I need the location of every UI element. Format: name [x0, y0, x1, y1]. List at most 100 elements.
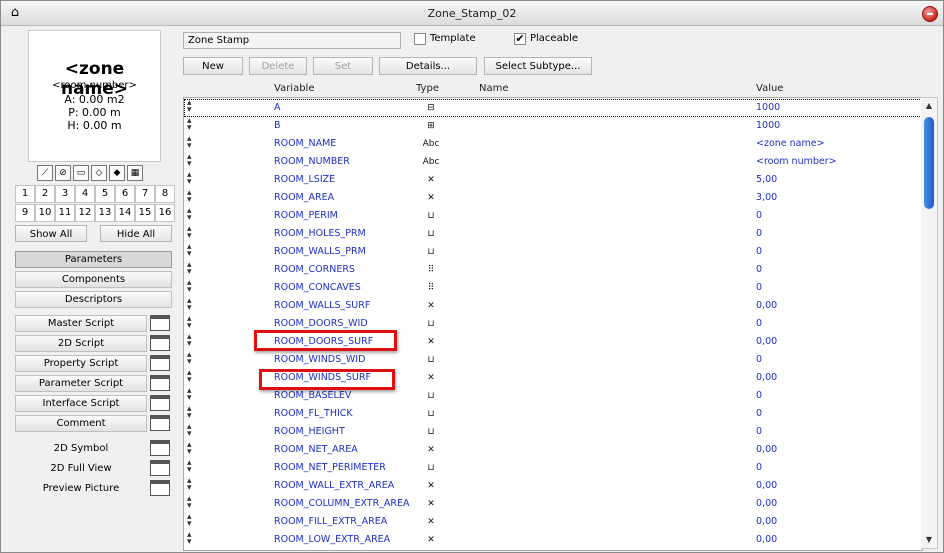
- layer-number-button[interactable]: 6: [115, 185, 135, 203]
- value-cell[interactable]: <room number>: [756, 156, 837, 167]
- layer-number-button[interactable]: 10: [35, 204, 55, 222]
- value-cell[interactable]: 0,00: [756, 300, 777, 311]
- layer-number-button[interactable]: 12: [75, 204, 95, 222]
- value-cell[interactable]: 1000: [756, 120, 780, 131]
- master-script-button[interactable]: Master Script: [15, 315, 147, 332]
- text-type-icon[interactable]: Abc: [422, 137, 440, 151]
- open-window-icon[interactable]: [150, 480, 170, 496]
- variable-name[interactable]: ROOM_FILL_EXTR_AREA: [274, 516, 387, 527]
- column-header-type[interactable]: Type: [416, 83, 439, 94]
- drag-handle-icon[interactable]: ▴ ▾: [187, 495, 192, 511]
- value-cell[interactable]: 0: [756, 228, 762, 239]
- length-icon[interactable]: ⊔: [422, 353, 440, 367]
- layer-number-button[interactable]: 8: [155, 185, 175, 203]
- variable-name[interactable]: ROOM_PERIM: [274, 210, 338, 221]
- drag-handle-icon[interactable]: ▴ ▾: [187, 243, 192, 259]
- variable-name[interactable]: ROOM_CONCAVES: [274, 282, 361, 293]
- length-icon[interactable]: ⊔: [422, 209, 440, 223]
- drag-handle-icon[interactable]: ▴ ▾: [187, 189, 192, 205]
- value-cell[interactable]: 0,00: [756, 480, 777, 491]
- value-cell[interactable]: 0,00: [756, 534, 777, 545]
- layer-number-button[interactable]: 13: [95, 204, 115, 222]
- open-window-icon[interactable]: [150, 460, 170, 476]
- preview-picture-label[interactable]: Preview Picture: [15, 483, 147, 494]
- value-cell[interactable]: 0: [756, 318, 762, 329]
- drag-handle-icon[interactable]: ▴ ▾: [187, 297, 192, 313]
- table-row[interactable]: ▴ ▾ B ⊞ 1000: [184, 117, 922, 135]
- variable-name[interactable]: ROOM_WINDS_WID: [274, 354, 365, 365]
- table-row[interactable]: ▴ ▾ ROOM_WALL_EXTR_AREA ✕ 0,00: [184, 477, 922, 495]
- table-row[interactable]: ▴ ▾ ROOM_FL_THICK ⊔ 0: [184, 405, 922, 423]
- value-cell[interactable]: 0,00: [756, 336, 777, 347]
- template-checkbox[interactable]: [414, 33, 426, 45]
- length-y-icon[interactable]: ⊞: [422, 119, 440, 133]
- length-x-icon[interactable]: ⊟: [422, 101, 440, 115]
- table-row[interactable]: ▴ ▾ ROOM_AREA ✕ 3,00: [184, 189, 922, 207]
- open-window-icon[interactable]: [150, 415, 170, 431]
- delete-button[interactable]: Delete: [249, 57, 307, 75]
- variable-name[interactable]: ROOM_HEIGHT: [274, 426, 345, 437]
- layer-number-button[interactable]: 14: [115, 204, 135, 222]
- scroll-down-arrow-icon[interactable]: ▼: [921, 532, 937, 548]
- value-cell[interactable]: 3,00: [756, 192, 777, 203]
- 2d-script-button[interactable]: 2D Script: [15, 335, 147, 352]
- real-icon[interactable]: ✕: [422, 533, 440, 547]
- layer-number-button[interactable]: 11: [55, 204, 75, 222]
- drag-handle-icon[interactable]: ▴ ▾: [187, 225, 192, 241]
- variable-name[interactable]: ROOM_LOW_EXTR_AREA: [274, 534, 390, 545]
- comment-button[interactable]: Comment: [15, 415, 147, 432]
- new-button[interactable]: New: [183, 57, 243, 75]
- layer-number-button[interactable]: 1: [15, 185, 35, 203]
- variable-name[interactable]: ROOM_WALLS_SURF: [274, 300, 370, 311]
- shaded-cube-icon[interactable]: ◆: [109, 165, 125, 181]
- drag-handle-icon[interactable]: ▴ ▾: [187, 477, 192, 493]
- drag-handle-icon[interactable]: ▴ ▾: [187, 459, 192, 475]
- variable-name[interactable]: ROOM_HOLES_PRM: [274, 228, 366, 239]
- open-window-icon[interactable]: [150, 440, 170, 456]
- value-cell[interactable]: 0: [756, 462, 762, 473]
- close-button[interactable]: [922, 6, 938, 22]
- real-icon[interactable]: ✕: [422, 479, 440, 493]
- real-icon[interactable]: ✕: [422, 515, 440, 529]
- drag-handle-icon[interactable]: ▴ ▾: [187, 387, 192, 403]
- show-all-button[interactable]: Show All: [15, 225, 87, 242]
- scroll-up-arrow-icon[interactable]: ▲: [921, 98, 937, 114]
- drag-handle-icon[interactable]: ▴ ▾: [187, 423, 192, 439]
- scroll-thumb[interactable]: [924, 117, 934, 209]
- real-icon[interactable]: ✕: [422, 299, 440, 313]
- variable-name[interactable]: ROOM_BASELEV: [274, 390, 351, 401]
- table-row[interactable]: ▴ ▾ ROOM_HEIGHT ⊔ 0: [184, 423, 922, 441]
- value-cell[interactable]: 0: [756, 426, 762, 437]
- length-icon[interactable]: ⊔: [422, 389, 440, 403]
- drag-handle-icon[interactable]: ▴ ▾: [187, 279, 192, 295]
- drag-handle-icon[interactable]: ▴ ▾: [187, 171, 192, 187]
- layer-number-button[interactable]: 4: [75, 185, 95, 203]
- film-icon[interactable]: ▦: [127, 165, 143, 181]
- drag-handle-icon[interactable]: ▴ ▾: [187, 315, 192, 331]
- layer-number-button[interactable]: 2: [35, 185, 55, 203]
- table-row[interactable]: ▴ ▾ ROOM_PERIM ⊔ 0: [184, 207, 922, 225]
- vertical-scrollbar[interactable]: ▲ ▼: [921, 97, 938, 549]
- table-row[interactable]: ▴ ▾ ROOM_CORNERS ⠿ 0: [184, 261, 922, 279]
- variable-name[interactable]: ROOM_LSIZE: [274, 174, 335, 185]
- length-icon[interactable]: ⊔: [422, 407, 440, 421]
- value-cell[interactable]: 0,00: [756, 372, 777, 383]
- real-icon[interactable]: ✕: [422, 497, 440, 511]
- drag-handle-icon[interactable]: ▴ ▾: [187, 531, 192, 547]
- variable-name[interactable]: ROOM_AREA: [274, 192, 334, 203]
- length-icon[interactable]: ⊔: [422, 461, 440, 475]
- value-cell[interactable]: <zone name>: [756, 138, 825, 149]
- open-window-icon[interactable]: [150, 395, 170, 411]
- drag-handle-icon[interactable]: ▴ ▾: [187, 135, 192, 151]
- layer-number-button[interactable]: 16: [155, 204, 175, 222]
- table-row[interactable]: ▴ ▾ ROOM_WINDS_WID ⊔ 0: [184, 351, 922, 369]
- drag-handle-icon[interactable]: ▴ ▾: [187, 441, 192, 457]
- open-window-icon[interactable]: [150, 335, 170, 351]
- value-cell[interactable]: 0: [756, 246, 762, 257]
- length-icon[interactable]: ⊔: [422, 245, 440, 259]
- drag-handle-icon[interactable]: ▴ ▾: [187, 261, 192, 277]
- variable-name[interactable]: ROOM_WALLS_PRM: [274, 246, 366, 257]
- tab-components[interactable]: Components: [15, 271, 172, 288]
- 2d-full-view-label[interactable]: 2D Full View: [15, 463, 147, 474]
- 2d-symbol-label[interactable]: 2D Symbol: [15, 443, 147, 454]
